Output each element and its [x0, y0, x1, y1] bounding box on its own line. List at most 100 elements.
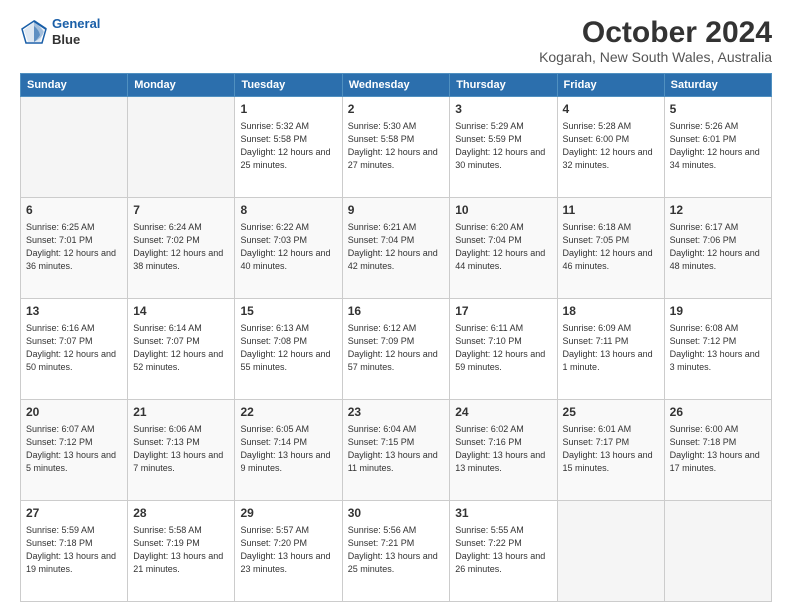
calendar-cell: 4 Sunrise: 5:28 AM Sunset: 6:00 PM Daylig…	[557, 97, 664, 198]
day-number: 14	[133, 303, 229, 320]
logo-icon	[20, 18, 48, 46]
calendar-cell: 6 Sunrise: 6:25 AM Sunset: 7:01 PM Daylig…	[21, 198, 128, 299]
day-number: 10	[455, 202, 551, 219]
calendar-cell: 19 Sunrise: 6:08 AM Sunset: 7:12 PM Dayli…	[664, 299, 771, 400]
day-info: Sunrise: 5:58 AM Sunset: 7:19 PM Dayligh…	[133, 524, 229, 576]
day-number: 2	[348, 101, 445, 118]
day-info: Sunrise: 5:56 AM Sunset: 7:21 PM Dayligh…	[348, 524, 445, 576]
day-number: 9	[348, 202, 445, 219]
day-number: 18	[563, 303, 659, 320]
day-info: Sunrise: 5:29 AM Sunset: 5:59 PM Dayligh…	[455, 120, 551, 172]
calendar-cell: 17 Sunrise: 6:11 AM Sunset: 7:10 PM Dayli…	[450, 299, 557, 400]
main-title: October 2024	[539, 16, 772, 49]
day-number: 25	[563, 404, 659, 421]
calendar-cell: 30Sunrise: 5:56 AM Sunset: 7:21 PM Dayli…	[342, 501, 450, 602]
calendar-table: SundayMondayTuesdayWednesdayThursdayFrid…	[20, 73, 772, 602]
page: General Blue October 2024 Kogarah, New S…	[0, 0, 792, 612]
day-number: 21	[133, 404, 229, 421]
day-number: 12	[670, 202, 766, 219]
day-number: 20	[26, 404, 122, 421]
calendar-week-5: 27 Sunrise: 5:59 AM Sunset: 7:18 PM Dayli…	[21, 501, 772, 602]
day-number: 24	[455, 404, 551, 421]
day-info: Sunrise: 6:25 AM Sunset: 7:01 PM Dayligh…	[26, 221, 122, 273]
calendar-cell: 15 Sunrise: 6:13 AM Sunset: 7:08 PM Dayli…	[235, 299, 342, 400]
day-info: Sunrise: 6:22 AM Sunset: 7:03 PM Dayligh…	[240, 221, 336, 273]
day-info: Sunrise: 6:04 AM Sunset: 7:15 PM Dayligh…	[348, 423, 445, 475]
day-number: 31	[455, 505, 551, 522]
calendar-cell: 16Sunrise: 6:12 AM Sunset: 7:09 PM Dayli…	[342, 299, 450, 400]
logo-line1: General	[52, 16, 100, 31]
calendar-cell: 13Sunrise: 6:16 AM Sunset: 7:07 PM Dayli…	[21, 299, 128, 400]
calendar-cell: 18 Sunrise: 6:09 AM Sunset: 7:11 PM Dayli…	[557, 299, 664, 400]
calendar-cell: 1 Sunrise: 5:32 AM Sunset: 5:58 PM Daylig…	[235, 97, 342, 198]
day-number: 28	[133, 505, 229, 522]
calendar-cell: 23 Sunrise: 6:04 AM Sunset: 7:15 PM Dayli…	[342, 400, 450, 501]
calendar-cell	[664, 501, 771, 602]
calendar-cell: 14 Sunrise: 6:14 AM Sunset: 7:07 PM Dayli…	[128, 299, 235, 400]
day-number: 8	[240, 202, 336, 219]
calendar-cell	[21, 97, 128, 198]
day-info: Sunrise: 5:28 AM Sunset: 6:00 PM Dayligh…	[563, 120, 659, 172]
day-number: 19	[670, 303, 766, 320]
calendar-cell	[557, 501, 664, 602]
day-info: Sunrise: 6:02 AM Sunset: 7:16 PM Dayligh…	[455, 423, 551, 475]
calendar-cell: 12 Sunrise: 6:17 AM Sunset: 7:06 PM Dayli…	[664, 198, 771, 299]
calendar-cell: 11Sunrise: 6:18 AM Sunset: 7:05 PM Dayli…	[557, 198, 664, 299]
day-info: Sunrise: 6:21 AM Sunset: 7:04 PM Dayligh…	[348, 221, 445, 273]
calendar-cell: 22 Sunrise: 6:05 AM Sunset: 7:14 PM Dayli…	[235, 400, 342, 501]
day-info: Sunrise: 6:12 AM Sunset: 7:09 PM Dayligh…	[348, 322, 445, 374]
day-info: Sunrise: 5:26 AM Sunset: 6:01 PM Dayligh…	[670, 120, 766, 172]
day-info: Sunrise: 6:11 AM Sunset: 7:10 PM Dayligh…	[455, 322, 551, 374]
day-info: Sunrise: 6:13 AM Sunset: 7:08 PM Dayligh…	[240, 322, 336, 374]
calendar-week-4: 20 Sunrise: 6:07 AM Sunset: 7:12 PM Dayli…	[21, 400, 772, 501]
day-info: Sunrise: 6:24 AM Sunset: 7:02 PM Dayligh…	[133, 221, 229, 273]
day-info: Sunrise: 5:32 AM Sunset: 5:58 PM Dayligh…	[240, 120, 336, 172]
day-header-sunday: Sunday	[21, 74, 128, 97]
logo-line2: Blue	[52, 32, 100, 48]
day-info: Sunrise: 6:07 AM Sunset: 7:12 PM Dayligh…	[26, 423, 122, 475]
day-number: 1	[240, 101, 336, 118]
day-number: 13	[26, 303, 122, 320]
day-header-monday: Monday	[128, 74, 235, 97]
calendar-cell: 27 Sunrise: 5:59 AM Sunset: 7:18 PM Dayli…	[21, 501, 128, 602]
calendar-header-row: SundayMondayTuesdayWednesdayThursdayFrid…	[21, 74, 772, 97]
day-info: Sunrise: 5:59 AM Sunset: 7:18 PM Dayligh…	[26, 524, 122, 576]
day-info: Sunrise: 6:08 AM Sunset: 7:12 PM Dayligh…	[670, 322, 766, 374]
day-number: 22	[240, 404, 336, 421]
day-number: 29	[240, 505, 336, 522]
day-info: Sunrise: 6:17 AM Sunset: 7:06 PM Dayligh…	[670, 221, 766, 273]
day-info: Sunrise: 6:20 AM Sunset: 7:04 PM Dayligh…	[455, 221, 551, 273]
day-info: Sunrise: 5:30 AM Sunset: 5:58 PM Dayligh…	[348, 120, 445, 172]
day-header-wednesday: Wednesday	[342, 74, 450, 97]
day-number: 26	[670, 404, 766, 421]
calendar-cell: 29Sunrise: 5:57 AM Sunset: 7:20 PM Dayli…	[235, 501, 342, 602]
day-number: 23	[348, 404, 445, 421]
day-number: 6	[26, 202, 122, 219]
calendar-cell: 2 Sunrise: 5:30 AM Sunset: 5:58 PM Daylig…	[342, 97, 450, 198]
calendar-cell: 25 Sunrise: 6:01 AM Sunset: 7:17 PM Dayli…	[557, 400, 664, 501]
day-number: 5	[670, 101, 766, 118]
day-number: 17	[455, 303, 551, 320]
day-info: Sunrise: 6:14 AM Sunset: 7:07 PM Dayligh…	[133, 322, 229, 374]
calendar-cell: 21Sunrise: 6:06 AM Sunset: 7:13 PM Dayli…	[128, 400, 235, 501]
title-block: October 2024 Kogarah, New South Wales, A…	[539, 16, 772, 65]
day-number: 27	[26, 505, 122, 522]
day-header-tuesday: Tuesday	[235, 74, 342, 97]
day-info: Sunrise: 6:09 AM Sunset: 7:11 PM Dayligh…	[563, 322, 659, 374]
day-header-friday: Friday	[557, 74, 664, 97]
day-info: Sunrise: 5:55 AM Sunset: 7:22 PM Dayligh…	[455, 524, 551, 576]
logo-text: General Blue	[52, 16, 100, 47]
day-info: Sunrise: 6:01 AM Sunset: 7:17 PM Dayligh…	[563, 423, 659, 475]
day-number: 7	[133, 202, 229, 219]
day-number: 15	[240, 303, 336, 320]
calendar-week-3: 13Sunrise: 6:16 AM Sunset: 7:07 PM Dayli…	[21, 299, 772, 400]
day-number: 4	[563, 101, 659, 118]
header: General Blue October 2024 Kogarah, New S…	[20, 16, 772, 65]
calendar-cell	[128, 97, 235, 198]
calendar-cell: 28 Sunrise: 5:58 AM Sunset: 7:19 PM Dayli…	[128, 501, 235, 602]
logo: General Blue	[20, 16, 100, 47]
day-info: Sunrise: 6:05 AM Sunset: 7:14 PM Dayligh…	[240, 423, 336, 475]
calendar-cell: 3Sunrise: 5:29 AM Sunset: 5:59 PM Daylig…	[450, 97, 557, 198]
calendar-week-2: 6 Sunrise: 6:25 AM Sunset: 7:01 PM Daylig…	[21, 198, 772, 299]
calendar-cell: 9 Sunrise: 6:21 AM Sunset: 7:04 PM Daylig…	[342, 198, 450, 299]
